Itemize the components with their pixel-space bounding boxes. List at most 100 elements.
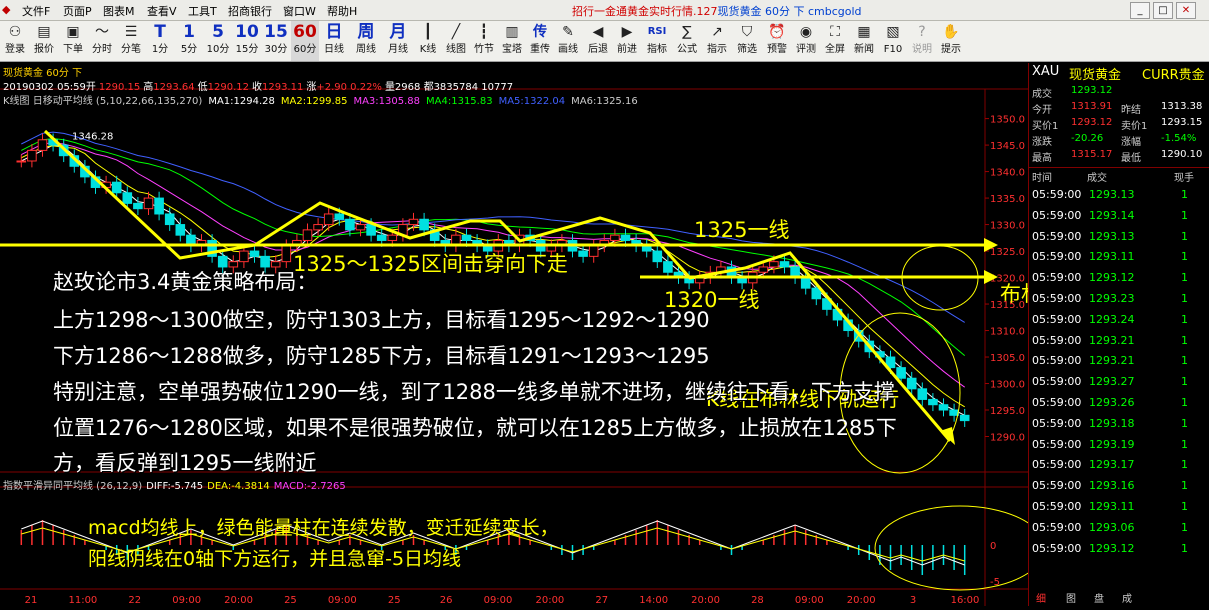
formula-button[interactable]: ∑ 公式 [673,21,701,61]
filter-button[interactable]: ⛉ 筛选 [733,21,761,61]
login-button[interactable]: ⚇ 登录 [1,21,29,61]
timeshare-icon: 〜 [95,24,109,40]
tick-price: 1293.13 [1089,188,1135,201]
period-1-button[interactable]: 1 5分 [175,21,203,61]
formula-icon: ∑ [682,24,692,40]
fullscreen-button[interactable]: ⛶ 全屏 [821,21,849,61]
period-week-button[interactable]: 周周线 [352,21,380,61]
tab-detail[interactable]: 细 [1036,590,1046,605]
tick-row: 05:59:00 1293.27 1 [1029,372,1209,392]
manual-button[interactable]: ? 说明 [908,21,936,61]
tick-vol: 1 [1181,271,1188,285]
order-icon: ▣ [66,24,80,40]
tick-time: 05:59:00 [1032,354,1082,368]
hint-button[interactable]: ↗ 指示 [703,21,731,61]
menu-bar: ◆ 文件F 页面P 图表M 查看V 工具T 招商银行 窗口W 帮助H 招行一金通… [0,0,1209,21]
minimize-icon[interactable]: _ [1130,2,1150,19]
tick-row: 05:59:00 1293.16 1 [1029,476,1209,496]
tick-time: 05:59:00 [1032,416,1082,430]
tick-row: 05:59:00 1293.21 1 [1029,351,1209,371]
tick-price: 1293.24 [1089,312,1135,326]
forward-button[interactable]: ▶ 前进 [613,21,641,61]
tick-price: 1293.27 [1089,375,1135,389]
period-60-button[interactable]: 60 60分 [291,21,319,61]
macd-note-1: macd均线上，绿色能量柱在连续发散，变迁延续变长， [88,517,559,539]
close-icon[interactable]: ✕ [1176,2,1196,19]
quote-v1: 1293.12 [1071,117,1113,128]
resend-button[interactable]: 传重传 [526,21,554,61]
quote-v2: 1290.10 [1161,149,1203,160]
bamboo-button[interactable]: ┇ 竹节 [470,21,498,61]
candle [949,409,959,416]
quote-header: XAU 现货黄金 CURR贵金 [1029,64,1209,83]
back-button[interactable]: ◀ 后退 [584,21,612,61]
menu-chart[interactable]: 图表M [103,3,135,19]
news-icon: ▦ [857,24,871,40]
tab-trade[interactable]: 成 [1122,590,1132,605]
alarm-icon: ⏰ [768,24,786,40]
tick-button[interactable]: ☰ 分笔 [117,21,145,61]
linechart-icon: ╱ [451,24,461,40]
period-month-button[interactable]: 月月线 [384,21,412,61]
quote-button[interactable]: ▤ 报价 [30,21,58,61]
manual-icon: ? [918,24,926,40]
candle [641,245,652,252]
tips-button[interactable]: ✋ 提示 [937,21,965,61]
tick-row: 05:59:00 1293.24 1 [1029,310,1209,330]
news-button[interactable]: ▦ 新闻 [850,21,878,61]
tick-row: 05:59:00 1293.18 1 [1029,414,1209,434]
indicator-button[interactable]: RSI 指标 [643,21,671,61]
quote-v2: 1313.38 [1161,101,1203,112]
tick-row: 05:59:00 1293.13 1 [1029,227,1209,247]
tick-price: 1293.12 [1089,541,1135,555]
x-tick-label: 27 [595,595,608,606]
tick-vol: 1 [1181,437,1188,451]
quote-row: 最高 1315.17 最低 1290.10 [1029,149,1209,164]
x-tick-label: 20:00 [691,595,720,606]
timeshare-button[interactable]: 〜分时 [88,21,116,61]
menu-page[interactable]: 页面P [63,3,92,19]
menu-help[interactable]: 帮助H [327,3,357,19]
ohlc-bar: 20190302 05:59开 1290.15 高1293.64 低1290.12 收1… [3,82,514,93]
maximize-icon[interactable]: □ [1153,2,1173,19]
x-tick-label: 09:00 [172,595,201,606]
period-10-button[interactable]: 10 15分 [233,21,261,61]
candle [164,213,175,226]
y-tick-label: 1330.0 [990,221,1025,232]
tick-row: 05:59:00 1293.13 1 [1029,185,1209,205]
pagoda-button[interactable]: ▥ 宝塔 [498,21,526,61]
y-tick-label: 1305.0 [990,353,1025,364]
line-1325-label: 1325一线 [694,218,790,242]
menu-cmb[interactable]: 招商银行 [228,3,272,19]
candle [917,388,928,400]
menu-window[interactable]: 窗口W [283,3,316,19]
tab-chart[interactable]: 图 [1066,590,1076,605]
macd-note-2: 阳线阴线在0轴下方运行，并且急窜-5日均线 [88,548,462,570]
candle [111,181,122,194]
menu-view[interactable]: 查看V [147,3,177,19]
tick-time: 05:59:00 [1032,541,1082,555]
forward-icon: ▶ [621,24,633,40]
evaluate-button[interactable]: ◉ 评测 [792,21,820,61]
kline-button[interactable]: ┃ K线 [414,21,442,61]
app-icon[interactable]: ◆ [2,3,10,16]
draw-button[interactable]: ✎ 画线 [554,21,582,61]
period-day-button[interactable]: 日日线 [320,21,348,61]
tick-vol: 1 [1181,416,1188,430]
tick-price: 1293.12 [1089,271,1135,285]
tick-time: 05:59:00 [1032,333,1082,347]
period-5-button[interactable]: 5 10分 [204,21,232,61]
period-15-button[interactable]: 15 30分 [262,21,290,61]
tick-time: 05:59:00 [1032,188,1082,201]
tab-book[interactable]: 盘 [1094,590,1104,605]
period-t-button[interactable]: T 1分 [146,21,174,61]
order-button[interactable]: ▣ 下单 [59,21,87,61]
candle [408,218,419,226]
menu-tools[interactable]: 工具T [188,3,217,19]
menu-file[interactable]: 文件F [22,3,50,19]
alert-button[interactable]: ⏰ 预警 [763,21,791,61]
linechart-button[interactable]: ╱ 线图 [442,21,470,61]
tick-header: 时间 成交 现手 [1032,173,1194,184]
tick-vol: 1 [1181,479,1188,493]
f10-button[interactable]: ▧ F10 [879,21,907,61]
